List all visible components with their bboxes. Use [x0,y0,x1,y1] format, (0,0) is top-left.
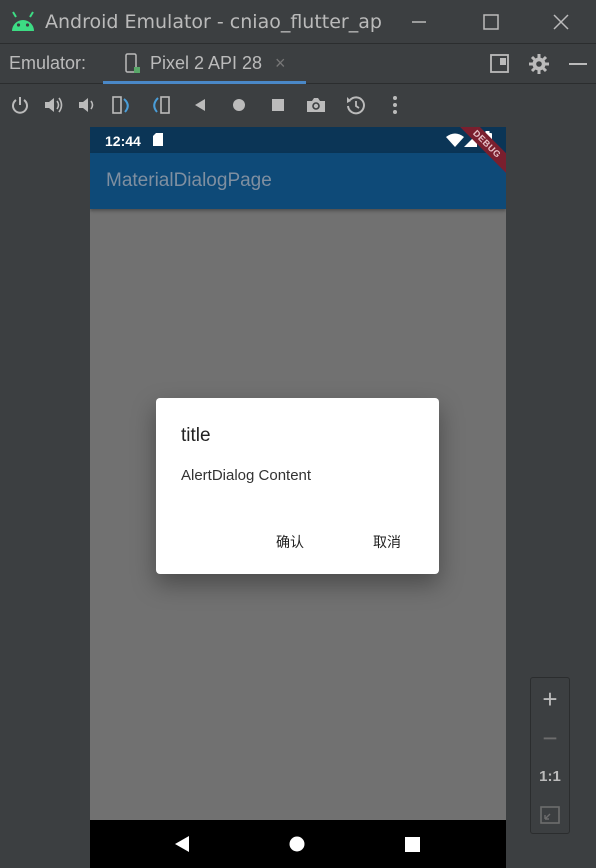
camera-icon[interactable] [305,94,327,116]
more-icon[interactable] [384,94,406,116]
minimize-icon[interactable] [405,8,433,36]
power-icon[interactable] [9,94,31,116]
confirm-button[interactable]: 确认 [276,532,304,552]
zoom-one-to-one-button[interactable]: 1:1 [531,768,569,785]
tab-label: Pixel 2 API 28 [150,53,263,73]
navigation-bar [90,820,506,868]
app-bar: MaterialDialogPage [90,153,506,209]
volume-up-icon[interactable] [43,94,65,116]
nav-home-icon[interactable] [289,836,305,852]
dialog-content: AlertDialog Content [181,467,312,484]
status-bar: 12:44 [90,127,506,153]
wifi-icon [446,133,464,147]
home-icon[interactable] [228,94,250,116]
window-title: Android Emulator - cniao_flutter_app_r [45,10,381,33]
alert-dialog: title AlertDialog Content 确认 取消 [156,398,439,574]
status-time: 12:44 [105,133,141,149]
gear-icon[interactable] [528,53,550,75]
volume-down-icon[interactable] [76,94,98,116]
back-icon[interactable] [190,94,212,116]
hide-panel-icon[interactable] [567,53,589,75]
maximize-icon[interactable] [477,8,505,36]
android-icon [12,10,34,31]
window-title-bar: Android Emulator - cniao_flutter_app_r [0,0,596,43]
emulator-label: Emulator: [9,53,87,73]
nav-overview-icon[interactable] [405,837,420,852]
zoom-panel: + − 1:1 [530,677,570,834]
close-icon[interactable] [547,8,575,36]
dialog-title: title [181,425,211,446]
cancel-button[interactable]: 取消 [373,532,401,552]
phone-screen[interactable]: 12:44 MaterialDialogPage DEBUG title Ale… [90,127,506,868]
zoom-in-button[interactable]: + [531,684,569,715]
tab-pixel-2-api-28[interactable]: Pixel 2 API 28 × [103,44,306,84]
nav-back-icon[interactable] [174,835,190,853]
layout-toggle-icon[interactable] [489,53,511,75]
overview-icon[interactable] [267,94,289,116]
tab-close-icon[interactable]: × [275,53,286,74]
rotate-right-icon[interactable] [149,94,171,116]
emulator-tab-bar: Emulator: Pixel 2 API 28 × [0,43,596,84]
zoom-fit-icon[interactable] [540,806,560,824]
zoom-out-button[interactable]: − [531,723,569,754]
emulator-toolbar [0,84,596,127]
sd-card-icon [153,133,163,146]
device-icon [125,53,140,73]
page-title: MaterialDialogPage [106,170,272,191]
snapshot-restore-icon[interactable] [345,94,367,116]
rotate-left-icon[interactable] [111,94,133,116]
